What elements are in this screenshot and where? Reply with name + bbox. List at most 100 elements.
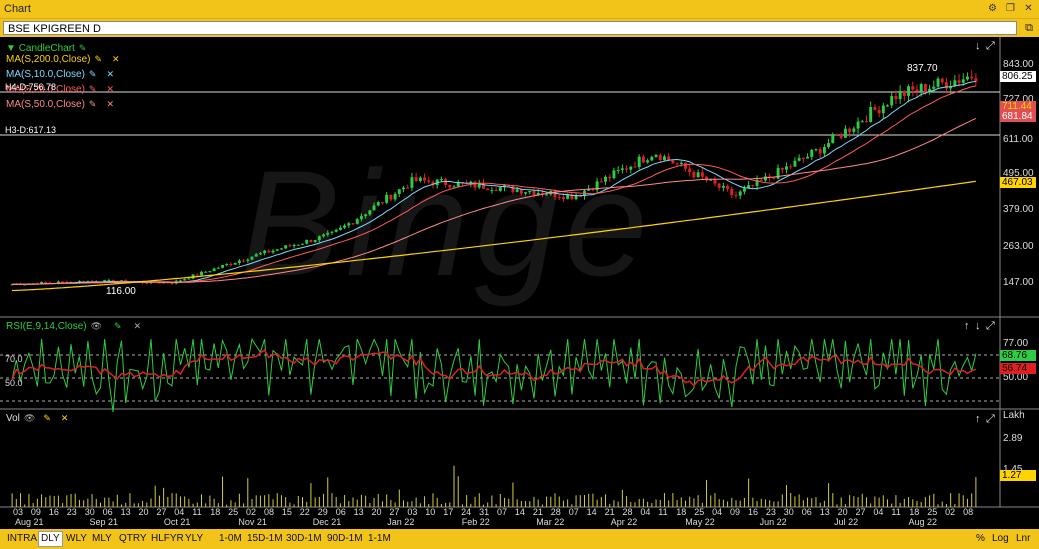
candle-body — [351, 223, 355, 225]
candle-body — [692, 172, 696, 178]
chart-svg[interactable] — [0, 37, 1039, 529]
x-day-tick: 07 — [568, 507, 579, 517]
periodicity-dly[interactable]: DLY — [38, 531, 63, 547]
up-arrow-icon[interactable]: ↑ — [964, 320, 970, 332]
candle-body — [835, 134, 839, 136]
candle-body — [629, 166, 633, 170]
up-arrow-icon[interactable]: ↑ — [975, 413, 981, 425]
eye-icon[interactable]: 👁 — [91, 321, 102, 332]
range-15d-1m[interactable]: 15D-1M — [247, 533, 283, 544]
legend-ma50[interactable]: MA(S,50.0,Close) ✎ ✕ — [6, 99, 114, 110]
maximize-icon[interactable]: ⤢ — [986, 40, 995, 53]
x-day-tick: 16 — [48, 507, 59, 517]
x-month-tick: Jan 22 — [387, 517, 415, 527]
candle-body — [898, 90, 902, 100]
rsi-legend[interactable]: RSI(E,9,14,Close) 👁 ✎ ✕ — [6, 321, 141, 332]
x-day-tick: 29 — [317, 507, 328, 517]
symbol-label[interactable]: BSE KPIGREEN D — [3, 21, 1017, 35]
detach-icon[interactable]: ⧉ — [1025, 22, 1033, 35]
x-day-tick: 02 — [945, 507, 956, 517]
candle-body — [970, 76, 974, 79]
periodicity-qtry[interactable]: QTRY — [119, 533, 147, 544]
maximize-icon[interactable]: ⤢ — [986, 320, 995, 333]
candle-body — [473, 181, 477, 188]
candle-body — [532, 190, 536, 195]
candle-body — [200, 271, 203, 276]
remove-icon[interactable]: ✕ — [112, 54, 120, 65]
eye-icon[interactable]: 👁 — [24, 413, 35, 424]
down-arrow-icon[interactable]: ↓ — [975, 320, 981, 332]
x-day-tick: 23 — [66, 507, 77, 517]
candle-body — [831, 134, 835, 144]
candle-body — [961, 79, 965, 83]
pencil-icon[interactable]: ✎ — [89, 99, 97, 110]
candle-body — [633, 166, 637, 168]
restore-icon[interactable]: ❐ — [1004, 2, 1017, 15]
x-day-tick: 14 — [514, 507, 525, 517]
candle-body — [696, 172, 700, 178]
percent-toggle[interactable]: % — [976, 533, 985, 544]
remove-icon[interactable]: ✕ — [134, 321, 142, 332]
x-day-tick: 11 — [192, 507, 202, 517]
legend-ma10[interactable]: MA(S,10.0,Close) ✎ ✕ — [6, 69, 114, 80]
pencil-icon[interactable]: ✎ — [89, 69, 97, 80]
candle-body — [599, 181, 603, 183]
maximize-icon[interactable]: ⤢ — [986, 413, 995, 426]
close-icon[interactable]: ✕ — [1022, 2, 1035, 15]
vol-legend[interactable]: Vol 👁 ✎ ✕ — [6, 413, 68, 424]
legend-candlechart[interactable]: ▼ CandleChart ✎ — [6, 43, 86, 54]
candle-body — [511, 185, 515, 192]
candle-body — [684, 162, 687, 169]
candle-body — [738, 191, 742, 196]
x-day-tick: 20 — [837, 507, 848, 517]
x-day-tick: 27 — [389, 507, 400, 517]
candle-body — [288, 245, 292, 247]
x-month-tick: Feb 22 — [461, 517, 490, 527]
periodicity-hlfyr[interactable]: HLFYR — [151, 533, 184, 544]
periodicity-intra[interactable]: INTRA — [7, 533, 37, 544]
periodicity-yly[interactable]: YLY — [185, 533, 203, 544]
vol-layer — [11, 465, 977, 507]
remove-icon[interactable]: ✕ — [106, 99, 114, 110]
candle-body — [380, 202, 384, 204]
x-day-tick: 13 — [353, 507, 364, 517]
candle-body — [279, 248, 283, 250]
range-90d-1m[interactable]: 90D-1M — [327, 533, 363, 544]
candle-body — [246, 259, 250, 261]
candle-body — [763, 176, 767, 181]
candle-body — [612, 170, 616, 179]
settings-icon[interactable]: ⚙ — [986, 2, 999, 15]
periodicity-mly[interactable]: MLY — [92, 533, 112, 544]
down-arrow-icon[interactable]: ↓ — [975, 40, 981, 52]
range-1-0m[interactable]: 1-0M — [219, 533, 242, 544]
candle-body — [528, 190, 532, 193]
candle-body — [61, 281, 65, 283]
candle-body — [410, 177, 414, 188]
periodicity-wly[interactable]: WLY — [66, 533, 87, 544]
linear-toggle[interactable]: Lnr — [1016, 533, 1030, 544]
candle-body — [418, 177, 422, 181]
remove-icon[interactable]: ✕ — [106, 69, 114, 80]
range-1-1m[interactable]: 1-1M — [368, 533, 391, 544]
range-30d-1m[interactable]: 30D-1M — [286, 533, 322, 544]
candle-body — [662, 156, 666, 161]
pencil-icon[interactable]: ✎ — [89, 84, 97, 95]
candle-body — [515, 189, 519, 192]
chart-area[interactable]: Binge ▼ CandleChart ✎ MA(S,200.0,Close) ✎ ✕… — [0, 37, 1039, 529]
pencil-icon[interactable]: ✎ — [94, 54, 102, 65]
candle-body — [212, 268, 216, 272]
legend-ma200[interactable]: MA(S,200.0,Close) ✎ ✕ — [6, 54, 120, 65]
pencil-icon[interactable]: ✎ — [43, 413, 51, 424]
remove-icon[interactable]: ✕ — [106, 84, 114, 95]
remove-icon[interactable]: ✕ — [61, 413, 69, 424]
pencil-icon[interactable]: ✎ — [114, 321, 122, 332]
x-day-tick: 25 — [228, 507, 239, 517]
x-month-tick: Sep 21 — [89, 517, 119, 527]
pencil-icon[interactable]: ✎ — [79, 43, 87, 54]
candle-body — [183, 279, 187, 281]
candle-body — [814, 149, 818, 151]
candle-body — [397, 189, 401, 194]
candle-body — [393, 193, 397, 200]
window-title-bar: Chart ⚙ ❐ ✕ — [0, 0, 1039, 18]
log-toggle[interactable]: Log — [992, 533, 1009, 544]
